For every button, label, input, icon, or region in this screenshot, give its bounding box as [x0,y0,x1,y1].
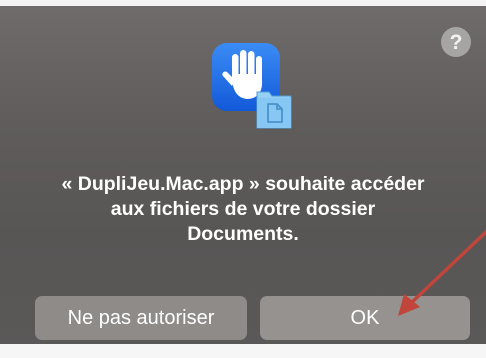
help-icon: ? [449,30,463,54]
message-line: Documents. [187,223,299,245]
top-edge [0,0,486,6]
help-button[interactable]: ? [441,27,471,57]
permission-dialog: ? « DupliJeu.Mac.app » souhaite accéder … [0,0,486,358]
privacy-hand-folder-icon [212,43,292,129]
permission-message: « DupliJeu.Mac.app » souhaite accéder au… [30,172,456,247]
message-line: « DupliJeu.Mac.app » souhaite accéder [61,173,425,195]
ok-button[interactable]: OK [260,296,470,340]
deny-button[interactable]: Ne pas autoriser [35,296,247,340]
message-line: aux fichiers de votre dossier [110,198,376,220]
bottom-edge [0,344,486,358]
